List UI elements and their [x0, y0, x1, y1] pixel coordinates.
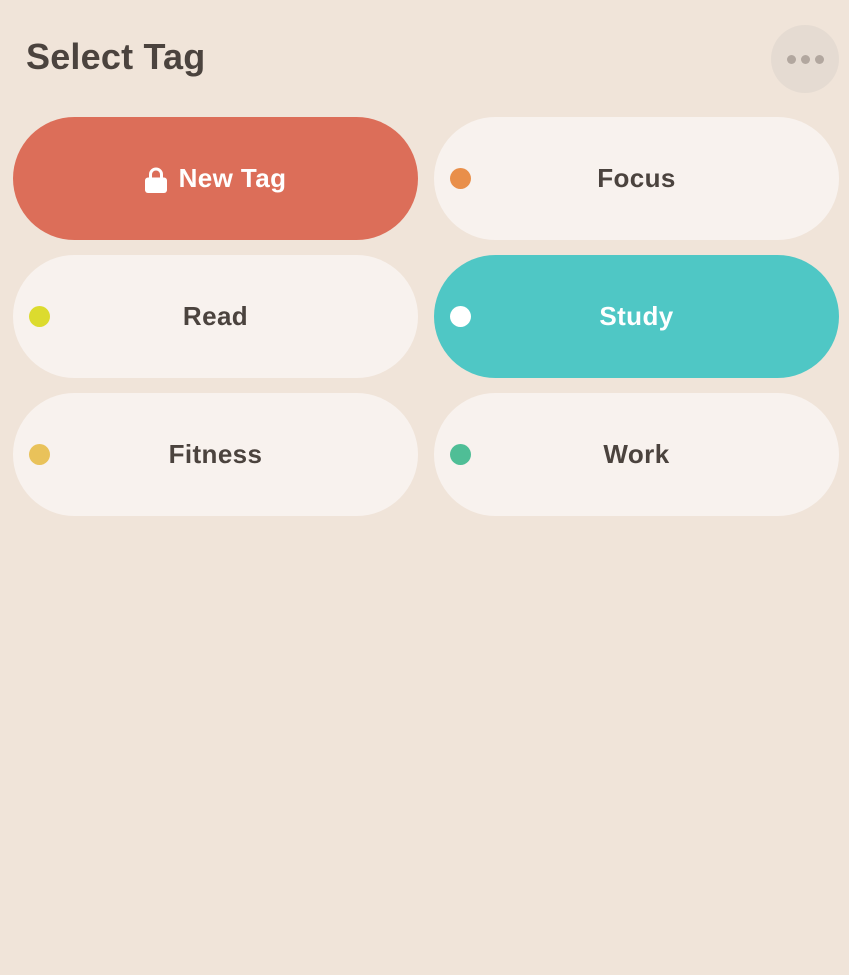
tag-read[interactable]: Read	[13, 255, 418, 378]
tag-fitness[interactable]: Fitness	[13, 393, 418, 516]
tag-color-dot	[29, 444, 50, 465]
header: Select Tag	[0, 0, 849, 110]
more-horizontal-icon	[814, 54, 824, 64]
more-options-button[interactable]	[771, 25, 839, 93]
lock-icon	[144, 167, 167, 193]
tag-study[interactable]: Study	[434, 255, 839, 378]
tag-label: Work	[603, 439, 670, 469]
more-horizontal-icon	[800, 54, 810, 64]
tag-color-dot	[450, 168, 471, 189]
tag-label: Read	[182, 301, 249, 331]
more-horizontal-icon	[786, 54, 796, 64]
tag-label: Focus	[597, 163, 676, 193]
tag-grid: New Tag Focus Read Study Fitness Work	[13, 117, 839, 516]
tag-label: Study	[599, 301, 674, 331]
tag-label: New Tag	[178, 163, 287, 193]
tag-label: Fitness	[168, 439, 263, 469]
tag-color-dot	[29, 306, 50, 327]
tag-color-dot	[450, 444, 471, 465]
tag-work[interactable]: Work	[434, 393, 839, 516]
page-title: Select Tag	[26, 36, 206, 77]
tag-focus[interactable]: Focus	[434, 117, 839, 240]
new-tag-button[interactable]: New Tag	[13, 117, 418, 240]
tag-color-dot	[450, 306, 471, 327]
